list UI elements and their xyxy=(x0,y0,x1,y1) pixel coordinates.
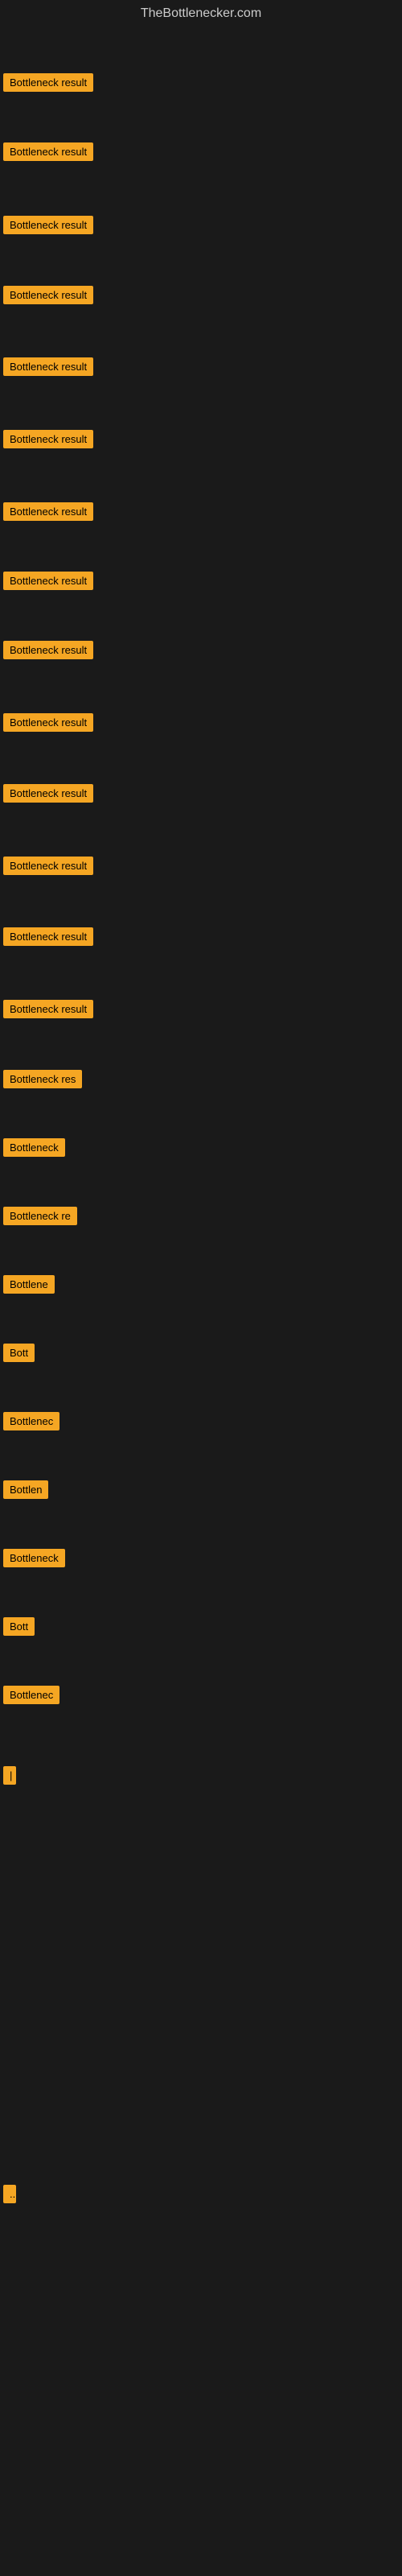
bottleneck-badge[interactable]: Bottleneck result xyxy=(3,142,93,161)
bottleneck-badge[interactable]: Bottlenec xyxy=(3,1412,59,1430)
bottleneck-badge[interactable]: Bott xyxy=(3,1617,35,1636)
bottleneck-result-row: Bottleneck result xyxy=(3,142,93,165)
bottleneck-badge[interactable]: Bottleneck re xyxy=(3,1207,77,1225)
bottleneck-badge[interactable]: ... xyxy=(3,2185,16,2203)
bottleneck-result-row: Bottleneck result xyxy=(3,286,93,308)
bottleneck-result-row: Bottlene xyxy=(3,1275,55,1298)
bottleneck-badge[interactable]: Bottlene xyxy=(3,1275,55,1294)
bottleneck-result-row: Bottleneck res xyxy=(3,1070,82,1092)
bottleneck-result-row: Bottlenec xyxy=(3,1686,59,1708)
bottleneck-badge[interactable]: Bottleneck result xyxy=(3,286,93,304)
bottleneck-result-row: Bottleneck result xyxy=(3,430,93,452)
bottleneck-badge[interactable]: Bottleneck result xyxy=(3,216,93,234)
bottleneck-result-row: Bottleneck result xyxy=(3,641,93,663)
bottleneck-result-row: Bottlen xyxy=(3,1480,48,1503)
bottleneck-result-row: Bottleneck result xyxy=(3,572,93,594)
bottleneck-badge[interactable]: Bottleneck result xyxy=(3,713,93,732)
bottleneck-result-row: Bottlenec xyxy=(3,1412,59,1435)
bottleneck-result-row: Bottleneck result xyxy=(3,357,93,380)
bottleneck-badge[interactable]: Bottleneck res xyxy=(3,1070,82,1088)
bottleneck-badge[interactable]: Bottleneck result xyxy=(3,857,93,875)
bottleneck-badge[interactable]: Bott xyxy=(3,1344,35,1362)
bottleneck-result-row: Bottleneck result xyxy=(3,857,93,879)
bottleneck-result-row: Bott xyxy=(3,1344,35,1366)
bottleneck-result-row: Bottleneck xyxy=(3,1138,65,1161)
bottleneck-result-row: | xyxy=(3,1766,16,1789)
bottleneck-result-row: Bottleneck result xyxy=(3,73,93,96)
bottleneck-result-row: Bottleneck result xyxy=(3,216,93,238)
bottleneck-result-row: Bottleneck result xyxy=(3,784,93,807)
bottleneck-result-row: ... xyxy=(3,2185,16,2207)
bottleneck-result-row: Bott xyxy=(3,1617,35,1640)
bottleneck-badge[interactable]: Bottleneck result xyxy=(3,73,93,92)
bottleneck-badge[interactable]: Bottleneck result xyxy=(3,502,93,521)
bottleneck-badge[interactable]: Bottleneck xyxy=(3,1549,65,1567)
bottleneck-badge[interactable]: Bottlen xyxy=(3,1480,48,1499)
bottleneck-badge[interactable]: Bottleneck result xyxy=(3,784,93,803)
bottleneck-badge[interactable]: Bottleneck xyxy=(3,1138,65,1157)
site-title: TheBottlenecker.com xyxy=(0,0,402,27)
bottleneck-result-row: Bottleneck result xyxy=(3,1000,93,1022)
bottleneck-result-row: Bottleneck xyxy=(3,1549,65,1571)
bottleneck-badge[interactable]: Bottlenec xyxy=(3,1686,59,1704)
bottleneck-result-row: Bottleneck result xyxy=(3,502,93,525)
bottleneck-result-row: Bottleneck result xyxy=(3,927,93,950)
bottleneck-badge[interactable]: Bottleneck result xyxy=(3,357,93,376)
bottleneck-badge[interactable]: Bottleneck result xyxy=(3,572,93,590)
bottleneck-badge[interactable]: Bottleneck result xyxy=(3,927,93,946)
bottleneck-badge[interactable]: Bottleneck result xyxy=(3,1000,93,1018)
bottleneck-result-row: Bottleneck result xyxy=(3,713,93,736)
bottleneck-result-row: Bottleneck re xyxy=(3,1207,77,1229)
bottleneck-badge[interactable]: Bottleneck result xyxy=(3,641,93,659)
bottleneck-badge[interactable]: Bottleneck result xyxy=(3,430,93,448)
bottleneck-badge[interactable]: | xyxy=(3,1766,16,1785)
